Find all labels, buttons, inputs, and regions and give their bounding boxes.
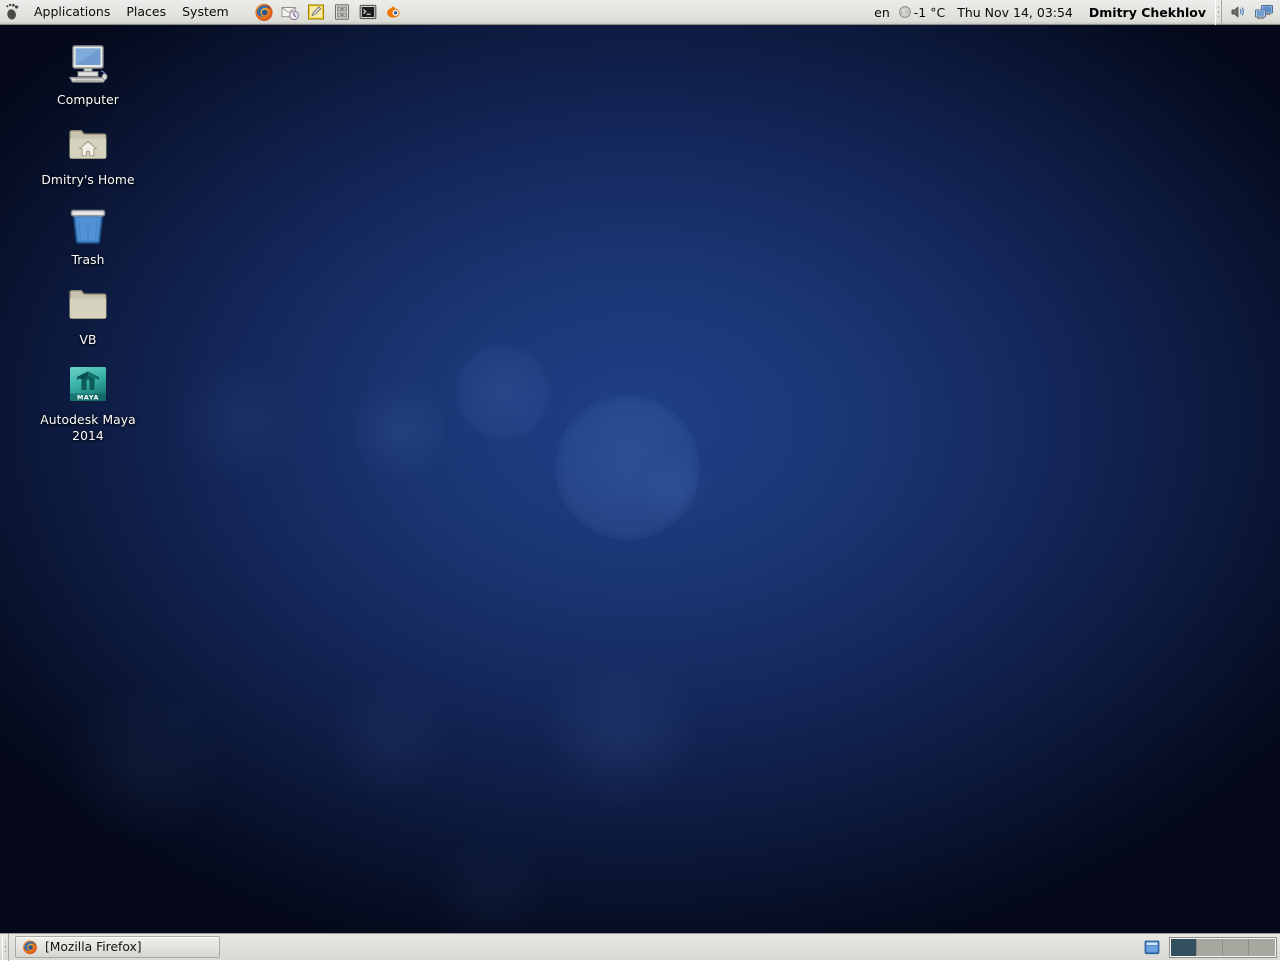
speaker-icon[interactable]	[1225, 0, 1251, 25]
launcher-text-editor[interactable]	[303, 0, 329, 25]
desktop-icon-maya[interactable]: MAYA Autodesk Maya 2014	[28, 360, 148, 444]
desktop-icon-home[interactable]: Dmitry's Home	[28, 120, 148, 188]
clock-applet[interactable]: Thu Nov 14, 03:54	[949, 5, 1079, 20]
user-menu[interactable]: Dmitry Chekhlov	[1079, 5, 1212, 20]
desktop-icon-label: Autodesk Maya 2014	[29, 412, 147, 444]
desktop-icon-computer[interactable]: Computer	[28, 40, 148, 108]
network-monitors-icon[interactable]	[1251, 0, 1277, 25]
trash-icon	[64, 200, 112, 248]
keyboard-layout-indicator[interactable]: en	[870, 5, 894, 20]
launcher-evolution[interactable]	[277, 0, 303, 25]
desktop-icon-vb[interactable]: VB	[28, 280, 148, 348]
show-desktop-icon[interactable]	[1139, 934, 1165, 960]
wallpaper-bokeh	[180, 360, 300, 480]
wallpaper-bokeh	[355, 375, 445, 485]
desktop-icon-label: Computer	[57, 92, 119, 108]
wallpaper-bokeh	[540, 655, 700, 805]
wallpaper-bokeh	[555, 395, 700, 540]
svg-text:MAYA: MAYA	[77, 394, 99, 402]
workspace-switcher[interactable]	[1169, 937, 1277, 958]
computer-icon	[64, 40, 112, 88]
menu-system[interactable]: System	[174, 2, 237, 23]
launcher-terminal[interactable]	[355, 0, 381, 25]
wallpaper-bokeh	[640, 455, 710, 525]
window-list-drag-handle[interactable]	[2, 934, 9, 961]
gnome-foot-icon[interactable]	[0, 0, 26, 25]
launcher-firefox[interactable]	[251, 0, 277, 25]
desktop-icon-label: Trash	[72, 252, 105, 268]
desktop-icon-label: Dmitry's Home	[41, 172, 134, 188]
taskbar-button-firefox[interactable]: [Mozilla Firefox]	[15, 936, 220, 958]
home-folder-icon	[64, 120, 112, 168]
folder-icon	[64, 280, 112, 328]
launcher-blender[interactable]	[381, 0, 407, 25]
tray-drag-handle[interactable]	[1215, 0, 1222, 25]
maya-icon: MAYA	[64, 360, 112, 408]
menu-places[interactable]: Places	[118, 2, 174, 23]
firefox-icon	[22, 939, 38, 955]
launcher-archive-manager[interactable]	[329, 0, 355, 25]
wallpaper-bokeh	[455, 345, 550, 440]
wallpaper-bokeh	[430, 840, 550, 940]
workspace-3[interactable]	[1223, 939, 1249, 956]
cloudy-icon	[898, 5, 912, 19]
wallpaper-bokeh	[60, 690, 225, 840]
menu-applications[interactable]: Applications	[26, 2, 118, 23]
workspace-1[interactable]	[1171, 939, 1197, 956]
wallpaper-bokeh	[330, 680, 450, 795]
bottom-panel: [Mozilla Firefox]	[0, 933, 1280, 960]
desktop-icon-trash[interactable]: Trash	[28, 200, 148, 268]
weather-applet[interactable]: -1 °C	[894, 5, 949, 20]
desktop-background[interactable]	[0, 0, 1280, 960]
temperature-label: -1 °C	[914, 5, 945, 20]
workspace-4[interactable]	[1249, 939, 1275, 956]
desktop-icon-label: VB	[79, 332, 96, 348]
taskbar-button-label: [Mozilla Firefox]	[45, 940, 142, 954]
top-panel: Applications Places System	[0, 0, 1280, 25]
workspace-2[interactable]	[1197, 939, 1223, 956]
